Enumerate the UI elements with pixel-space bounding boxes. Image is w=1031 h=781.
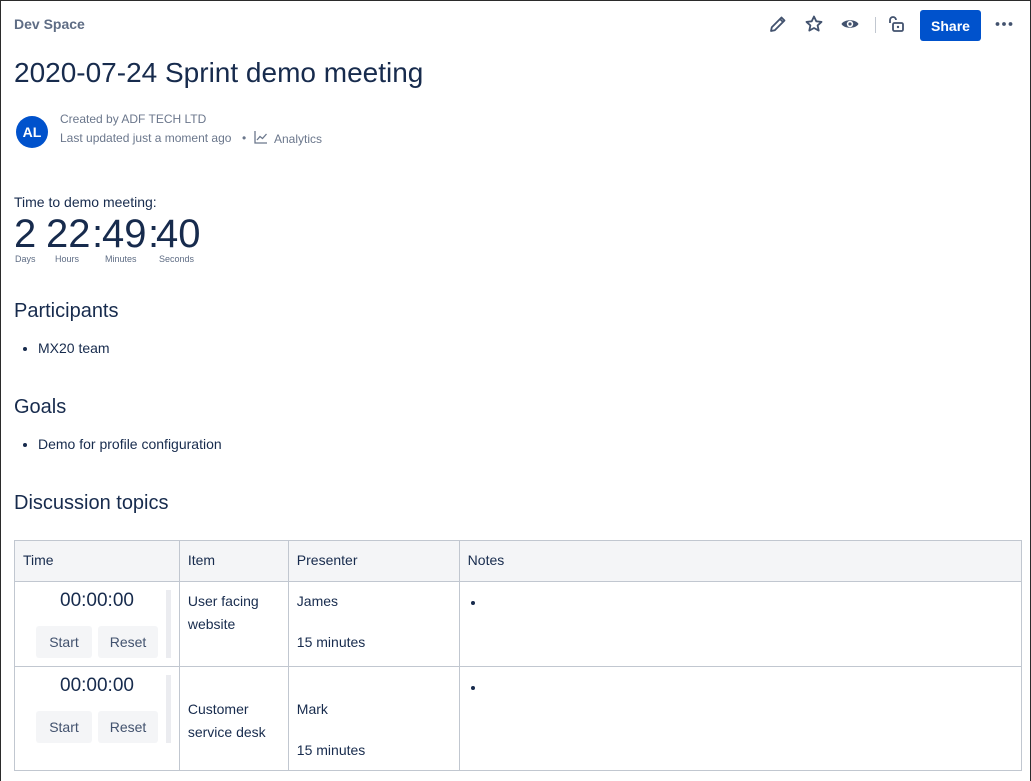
timer-reset-button[interactable]: Reset	[98, 626, 158, 658]
watch-button[interactable]	[834, 10, 866, 42]
presenter-cell[interactable]: Mark 15 minutes	[287, 666, 460, 771]
column-header-presenter: Presenter	[287, 540, 460, 582]
presenter-cell[interactable]: James 15 minutes	[287, 581, 460, 667]
page-title: 2020-07-24 Sprint demo meeting	[14, 57, 424, 88]
analytics-icon	[254, 130, 268, 147]
discussion-table: Time Item Presenter Notes 00:00:00 Start…	[14, 540, 1023, 771]
page-actions: Share	[0, 10, 1031, 42]
timer-cell: 00:00:00 Start Reset	[14, 666, 180, 771]
countdown-minutes-label: Minutes	[105, 254, 137, 264]
eye-icon	[840, 14, 860, 39]
more-icon	[994, 14, 1014, 39]
countdown-seconds-label: Seconds	[159, 254, 195, 264]
participants-list: MX20 team	[38, 338, 110, 358]
item-text-line: User facing	[187, 593, 259, 609]
countdown-days: 2	[14, 212, 37, 256]
item-text-line: service desk	[187, 724, 266, 740]
column-header-notes: Notes	[458, 540, 1023, 582]
avatar[interactable]: AL	[16, 116, 48, 148]
table-header-row: Time Item Presenter Notes	[14, 540, 1023, 582]
column-header-item: Item	[178, 540, 289, 582]
list-item: MX20 team	[38, 338, 110, 358]
countdown-hours-label: Hours	[55, 254, 80, 264]
star-icon	[804, 14, 824, 39]
countdown-minutes: 49	[102, 212, 147, 256]
presenter-name: Mark	[296, 701, 328, 717]
goals-heading: Goals	[14, 396, 67, 418]
timer-start-button[interactable]: Start	[36, 626, 92, 658]
analytics-label: Analytics	[274, 131, 323, 146]
timer-display: 00:00:00	[60, 590, 134, 611]
share-button[interactable]: Share	[920, 10, 981, 41]
item-text-line: website	[187, 616, 236, 632]
timer-display: 00:00:00	[60, 675, 134, 696]
top-bar: Dev Space Share	[0, 0, 1031, 50]
countdown-label: Time to demo meeting:	[14, 194, 157, 210]
toolbar-divider	[875, 17, 876, 33]
timer-start-button[interactable]: Start	[36, 711, 92, 743]
discussion-heading: Discussion topics	[14, 492, 169, 514]
table-row: 00:00:00 Start Reset User facing website…	[14, 581, 1023, 667]
participants-heading: Participants	[14, 300, 119, 322]
countdown-days-label: Days	[15, 254, 36, 264]
table-row: 00:00:00 Start Reset Customer service de…	[14, 666, 1023, 771]
byline-separator: •	[242, 131, 247, 145]
timer-cell: 00:00:00 Start Reset	[14, 581, 180, 667]
pencil-icon	[768, 14, 788, 39]
notes-bullet[interactable]	[486, 594, 1013, 614]
item-cell[interactable]: User facing website	[178, 581, 289, 667]
timer-scrollbar	[166, 590, 171, 658]
notes-cell[interactable]	[458, 666, 1023, 771]
column-header-time: Time	[14, 540, 180, 582]
notes-cell[interactable]	[458, 581, 1023, 667]
timer-scrollbar	[166, 675, 171, 743]
presenter-name: James	[296, 593, 339, 609]
item-cell[interactable]: Customer service desk	[178, 666, 289, 771]
notes-bullet[interactable]	[486, 679, 1013, 699]
more-actions-button[interactable]	[988, 10, 1020, 42]
last-updated-text[interactable]: Last updated just a moment ago	[60, 131, 231, 145]
presenter-duration: 15 minutes	[296, 634, 366, 650]
restrictions-button[interactable]	[880, 10, 912, 42]
presenter-duration: 15 minutes	[296, 742, 366, 758]
countdown-seconds: 40	[156, 212, 201, 256]
unlock-icon	[886, 14, 906, 39]
goals-list: Demo for profile configuration	[38, 434, 222, 454]
item-text-line: Customer	[187, 701, 249, 717]
analytics-link[interactable]: Analytics	[254, 130, 322, 147]
created-by-text[interactable]: Created by ADF TECH LTD	[60, 112, 206, 126]
edit-button[interactable]	[762, 10, 794, 42]
star-button[interactable]	[798, 10, 830, 42]
timer-reset-button[interactable]: Reset	[98, 711, 158, 743]
countdown-hours: 22	[46, 212, 91, 256]
list-item: Demo for profile configuration	[38, 434, 222, 454]
